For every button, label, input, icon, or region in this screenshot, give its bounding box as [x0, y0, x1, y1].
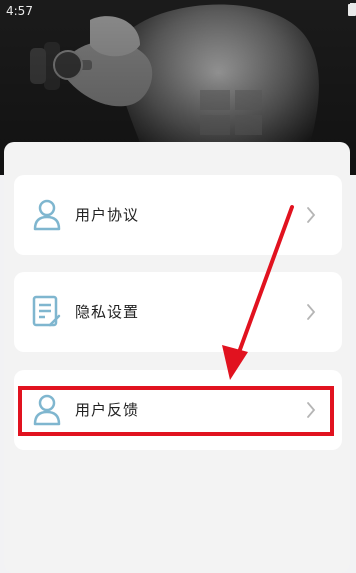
- menu-item-label: 隐私设置: [75, 303, 140, 321]
- status-time: 4:57: [6, 4, 33, 18]
- status-bar: 4:57: [0, 0, 356, 24]
- menu-item-privacy-settings[interactable]: 隐私设置: [14, 272, 342, 352]
- user-agreement-icon: [33, 199, 61, 231]
- chevron-right-icon: [307, 207, 316, 223]
- menu-item-label: 用户协议: [75, 206, 140, 224]
- chevron-right-icon: [307, 304, 316, 320]
- privacy-settings-icon: [32, 295, 61, 327]
- menu-item-user-agreement[interactable]: 用户协议: [14, 175, 342, 255]
- highlight-box: [18, 386, 334, 436]
- battery-icon: [348, 3, 356, 16]
